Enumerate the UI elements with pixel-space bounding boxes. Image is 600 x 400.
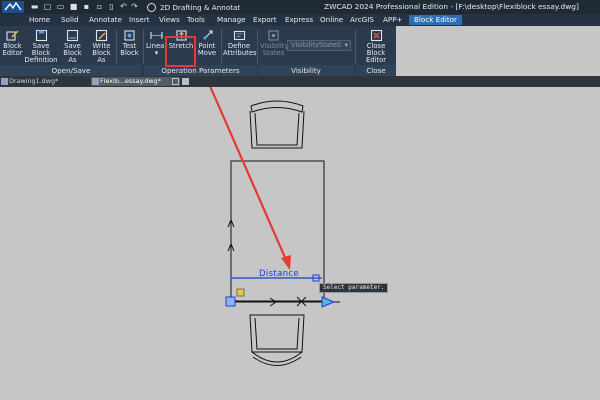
- print-icon[interactable]: ▫: [95, 2, 104, 11]
- instruction-arrow: [209, 87, 289, 263]
- menu-app-plus[interactable]: APP+: [383, 15, 403, 25]
- block-editor-button[interactable]: Block Editor: [1, 29, 24, 64]
- visibility-state-value: VisibilityState0: [291, 41, 341, 49]
- group-close: Close: [356, 65, 396, 76]
- visibility-states-icon: [268, 30, 279, 41]
- menu-block-editor[interactable]: Block Editor: [409, 15, 462, 25]
- point-move-icon: [202, 30, 213, 40]
- ribbon-separator: [143, 29, 144, 64]
- menu-insert[interactable]: Insert: [129, 15, 150, 25]
- point-move-button[interactable]: Point Move: [196, 29, 218, 64]
- chevron-down-icon: ▾: [344, 41, 348, 49]
- stretch-button[interactable]: Stretch: [168, 29, 194, 64]
- warning-grip[interactable]: [236, 288, 245, 297]
- save-block-definition-button[interactable]: Save Block Definition: [24, 29, 58, 64]
- test-block-icon: [124, 30, 135, 41]
- block-editor-label: Block Editor: [2, 42, 23, 58]
- menu-express[interactable]: Express: [285, 15, 313, 25]
- save-block-as-icon: [66, 29, 79, 42]
- workspace-selector[interactable]: 2D Drafting & Annotat: [143, 1, 244, 13]
- linear-button[interactable]: Linear ▾: [146, 29, 167, 64]
- write-block-as-icon: [95, 29, 108, 42]
- new-file-icon[interactable]: ▢: [43, 2, 52, 11]
- save-block-as-button[interactable]: Save Block As: [59, 29, 86, 64]
- gear-icon: [147, 2, 156, 12]
- top-chair: [249, 100, 305, 149]
- visibility-states-label: Visibility States: [260, 42, 289, 58]
- menu-views[interactable]: Views: [159, 15, 180, 25]
- base-grip[interactable]: [225, 296, 236, 307]
- write-block-as-button[interactable]: Write Block As: [88, 29, 115, 64]
- linear-parameter-icon: [150, 32, 163, 39]
- table-rectangle: [230, 160, 325, 302]
- group-visibility: Visibility: [258, 65, 354, 76]
- undo-icon[interactable]: ↶: [119, 2, 128, 11]
- block-editor-icon: [6, 30, 19, 41]
- define-attributes-button[interactable]: Define Attributes: [223, 29, 257, 64]
- save-block-definition-label: Save Block Definition: [24, 42, 58, 65]
- file-icon: [92, 78, 99, 85]
- menu-manage[interactable]: Manage: [217, 15, 246, 25]
- block-drawing: [209, 87, 340, 366]
- end-grip-arrow[interactable]: [321, 296, 336, 308]
- menu-online[interactable]: Online: [320, 15, 343, 25]
- folder-open-icon[interactable]: ▬: [30, 2, 39, 11]
- group-operation-parameters: Operation Parameters: [144, 65, 257, 76]
- workspace-label: 2D Drafting & Annotat: [160, 2, 241, 12]
- group-open-save: Open/Save: [0, 65, 142, 76]
- menu-bar: Home Solid Annotate Insert Views Tools M…: [0, 14, 600, 26]
- close-block-editor-icon: [370, 29, 382, 42]
- file-icon: [1, 78, 8, 85]
- menu-export[interactable]: Export: [253, 15, 277, 25]
- new-tab-icon[interactable]: [182, 78, 189, 85]
- app-title: ZWCAD 2024 Professional Edition - [F:\de…: [324, 2, 579, 11]
- menu-tools[interactable]: Tools: [187, 15, 205, 25]
- linear-dropdown-icon[interactable]: ▾: [146, 49, 167, 57]
- visibility-state-dropdown[interactable]: VisibilityState0 ▾: [287, 40, 351, 51]
- drawing-canvas[interactable]: Distance Select parameter.: [0, 87, 600, 400]
- close-block-editor-label: Close Block Editor: [365, 42, 387, 65]
- test-block-button[interactable]: Test Block: [119, 29, 140, 64]
- tab-drawing1-label: Drawing1.dwg*: [9, 77, 59, 85]
- title-bar: ▬ ▢ ▭ ■ ▪ ▫ ▯ ↶ ↷ 2D Drafting & Annotat …: [0, 0, 600, 14]
- ribbon-separator: [221, 29, 222, 64]
- menu-solid[interactable]: Solid: [61, 15, 79, 25]
- open-file-icon[interactable]: ▭: [56, 2, 65, 11]
- save-icon[interactable]: ■: [69, 2, 78, 11]
- ribbon-panel: Block Editor Save Block Definition Save …: [0, 26, 396, 77]
- ribbon-separator: [257, 29, 258, 64]
- select-parameter-tooltip: Select parameter.: [319, 283, 389, 293]
- visibility-states-button[interactable]: Visibility States: [260, 29, 289, 64]
- point-move-label: Point Move: [197, 42, 217, 58]
- stretch-label: Stretch: [168, 42, 194, 50]
- define-attributes-icon: [233, 30, 245, 41]
- tab-flexiblock-label: Flexib...essay.dwg*: [100, 77, 161, 85]
- menu-home[interactable]: Home: [29, 15, 50, 25]
- test-block-label: Test Block: [120, 42, 139, 58]
- close-block-editor-button[interactable]: Close Block Editor: [357, 29, 395, 64]
- zwcad-logo-icon: [2, 1, 24, 13]
- instruction-arrowhead: [281, 255, 291, 270]
- ribbon-separator: [116, 29, 117, 64]
- tab-drawing1[interactable]: Drawing1.dwg*: [0, 77, 95, 86]
- save-block-as-label: Save Block As: [63, 42, 82, 65]
- write-block-as-label: Write Block As: [92, 42, 111, 65]
- bottom-chair: [249, 314, 305, 366]
- tab-flexiblock-essay[interactable]: Flexib...essay.dwg*: [91, 77, 180, 86]
- define-attributes-label: Define Attributes: [223, 42, 257, 58]
- stretch-icon: [175, 30, 187, 41]
- redo-icon[interactable]: ↷: [130, 2, 139, 11]
- tab-close-icon[interactable]: [172, 78, 179, 85]
- document-tab-bar: Drawing1.dwg* Flexib...essay.dwg*: [0, 76, 600, 87]
- ribbon-separator: [355, 29, 356, 64]
- menu-arcgis[interactable]: ArcGIS: [350, 15, 374, 25]
- menu-annotate[interactable]: Annotate: [89, 15, 122, 25]
- plot-icon[interactable]: ▯: [107, 2, 116, 11]
- distance-label: Distance: [259, 269, 299, 279]
- save-block-definition-icon: [35, 29, 47, 42]
- save-as-icon[interactable]: ▪: [82, 2, 91, 11]
